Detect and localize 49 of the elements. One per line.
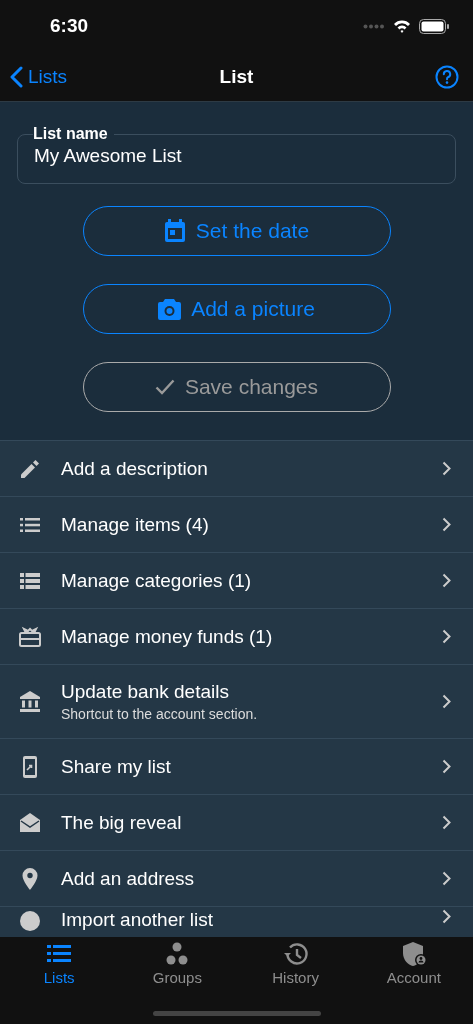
battery-icon — [419, 18, 449, 34]
chevron-left-icon — [10, 65, 23, 88]
status-time: 6:30 — [50, 15, 89, 37]
menu-row[interactable]: Import another list — [0, 906, 473, 937]
tab[interactable]: Account — [354, 937, 473, 986]
chevron-right-icon — [442, 909, 451, 924]
row-subtitle: Shortcut to the account section. — [61, 706, 259, 722]
open-envelope-icon — [18, 810, 42, 835]
input-field[interactable]: List name My Awesome List — [17, 125, 456, 184]
chevron-right-icon — [442, 694, 451, 709]
menu-row[interactable]: Share my list — [0, 738, 473, 794]
row-title: Manage categories (1) — [61, 569, 253, 592]
chevron-right-icon — [442, 461, 451, 476]
menu-row[interactable]: Update bank details Shortcut to the account section. — [0, 664, 473, 738]
field-value[interactable]: My Awesome List — [34, 143, 439, 167]
signal-icon — [363, 23, 385, 29]
camera-icon — [158, 298, 182, 320]
chevron-right-icon — [442, 871, 451, 886]
bank-icon — [18, 689, 42, 714]
menu-row[interactable]: The big reveal — [0, 794, 473, 850]
chevron-right-icon — [442, 815, 451, 830]
menu-row[interactable]: Add an address — [0, 850, 473, 906]
chevron-right-icon — [442, 573, 451, 588]
row-title: Add a description — [61, 457, 209, 480]
field-label: List name — [33, 125, 109, 143]
row-title: Update bank details — [61, 681, 230, 703]
menu-row[interactable]: Manage categories (1) — [0, 552, 473, 608]
tab[interactable]: History — [236, 937, 355, 986]
row-title: Manage items (4) — [61, 513, 210, 536]
tab[interactable]: Lists — [0, 937, 119, 986]
back-link[interactable]: Lists — [10, 65, 68, 88]
menu-row[interactable]: Manage money funds (1) — [0, 608, 473, 664]
chevron-right-icon — [442, 759, 451, 774]
row-title: Import another list — [61, 909, 215, 930]
checkmark-icon — [154, 379, 175, 395]
menu-row[interactable]: Add a description — [0, 440, 473, 496]
gift-card-icon — [18, 624, 42, 649]
row-title: Manage money funds (1) — [61, 625, 274, 648]
row-title: Share my list — [61, 755, 172, 778]
chevron-right-icon — [442, 629, 451, 644]
menu-row[interactable]: Manage items (4) — [0, 496, 473, 552]
tab[interactable]: Groups — [118, 937, 237, 986]
row-title: Add an address — [61, 867, 196, 890]
help-icon[interactable] — [435, 64, 459, 89]
screen-title: List — [219, 65, 254, 88]
wifi-icon — [393, 19, 411, 33]
chevron-right-icon — [442, 517, 451, 532]
row-title: The big reveal — [61, 811, 183, 834]
calendar-icon — [163, 219, 186, 243]
